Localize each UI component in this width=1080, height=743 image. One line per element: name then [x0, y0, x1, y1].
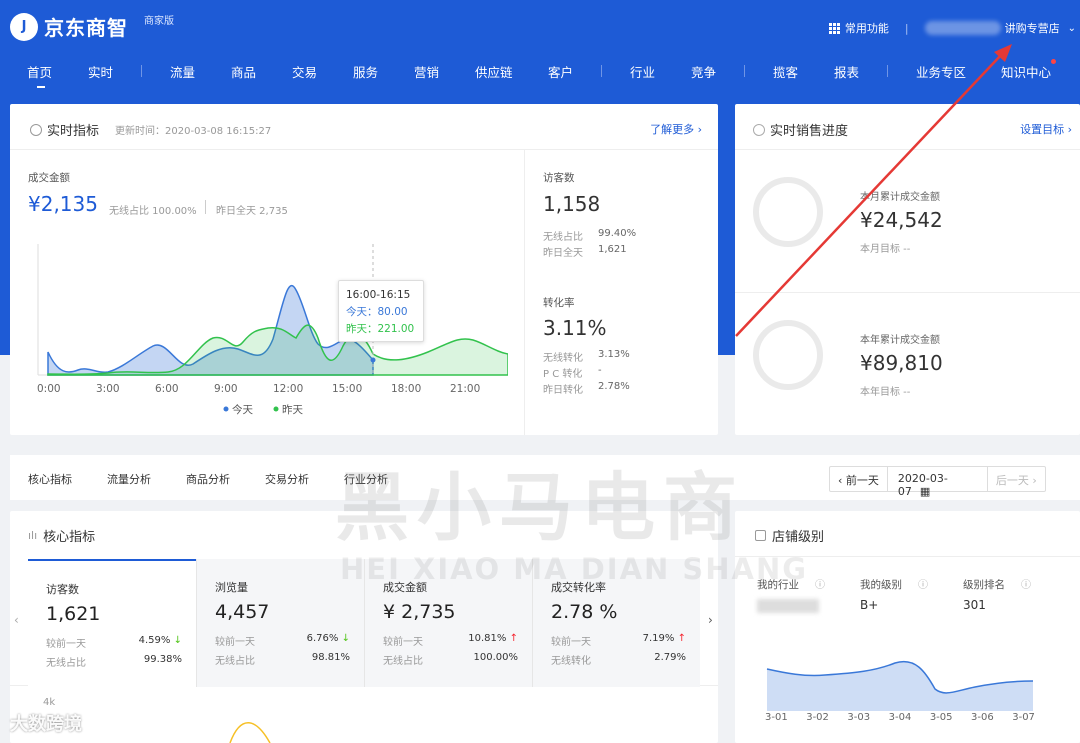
compare-label: 较前一天 — [551, 637, 591, 648]
date-bar: ‹ 前一天 2020-03-07 ▦ 后一天 › — [718, 455, 1080, 500]
metric-sub-row: 无线转化 2.79% — [551, 652, 686, 667]
date-tick: 3-06 — [971, 712, 994, 723]
level-title: 店铺级别 — [772, 530, 825, 545]
metric-value: 1,621 — [46, 603, 101, 625]
date-tick: 3-04 — [888, 712, 912, 723]
tab-traffic[interactable]: 流量分析 — [107, 471, 151, 487]
level-label: 我的级别 — [860, 579, 902, 591]
metric-compare-row: 较前一天 7.19% ↑ — [551, 633, 686, 648]
sub-label: 无线转化 — [551, 656, 591, 667]
metric-label: 访客数 — [46, 583, 79, 596]
metric-visitors[interactable]: 访客数 1,621 较前一天 4.59% ↓ 无线占比 99.38% — [28, 559, 196, 687]
corner-watermark: 大数跨境 — [10, 714, 82, 735]
metric-value: ¥ 2,735 — [383, 601, 456, 623]
calendar-icon: ▦ — [919, 485, 931, 498]
help-icon[interactable]: ⓘ — [815, 576, 825, 591]
metric-compare-row: 较前一天 4.59% ↓ — [46, 635, 182, 650]
level-trend-chart — [766, 660, 1034, 711]
chevron-left-icon[interactable]: ‹ — [14, 613, 19, 627]
core-title: 核心指标 — [43, 530, 96, 545]
prev-day-label: 前一天 — [845, 474, 879, 487]
date-input[interactable]: 2020-03-07 ▦ — [888, 467, 988, 498]
y-tick-4k: 4k — [43, 697, 56, 708]
metric-sub-row: 无线占比 100.00% — [383, 652, 518, 667]
metric-value: 2.78 % — [551, 601, 618, 623]
bar-chart-icon: ılı — [28, 529, 38, 542]
metric-sub-row: 无线占比 99.38% — [46, 654, 182, 669]
sub-value: 99.38% — [143, 654, 182, 665]
blurred-industry — [757, 599, 819, 613]
arrow-down-icon: ↓ — [341, 633, 350, 644]
tab-trade[interactable]: 交易分析 — [265, 471, 309, 487]
compare-label: 较前一天 — [383, 637, 423, 648]
arrow-up-icon: ↑ — [677, 633, 686, 644]
core-header: ılı 核心指标 — [28, 526, 95, 545]
date-tick: 3-07 — [1012, 712, 1035, 723]
level-date-axis: 3-01 3-02 3-03 3-04 3-05 3-06 3-07 — [765, 712, 1035, 723]
metric-compare-row: 较前一天 6.76% ↓ — [215, 633, 350, 648]
rank-value: 301 — [963, 598, 986, 612]
metric-compare-row: 较前一天 10.81% ↑ — [383, 633, 518, 648]
rank-label: 级别排名 — [963, 579, 1005, 591]
metric-change: 6.76% — [306, 633, 339, 644]
store-level-card: 店铺级别 我的行业 ⓘ 我的级别 ⓘ B+ 级别排名 ⓘ 301 3-01 3-… — [735, 511, 1080, 743]
sub-value: 2.79% — [654, 652, 686, 663]
compare-label: 较前一天 — [46, 639, 86, 650]
core-trend-chart — [229, 722, 271, 743]
chevron-right-icon[interactable]: › — [708, 613, 713, 627]
date-tick: 3-02 — [806, 712, 829, 723]
arrow-down-icon: ↓ — [173, 635, 182, 646]
sub-value: 100.00% — [473, 652, 519, 663]
date-picker: ‹ 前一天 2020-03-07 ▦ 后一天 › — [829, 466, 1046, 498]
watermark-text: 黑小马电商 — [335, 465, 745, 551]
tab-core[interactable]: 核心指标 — [28, 471, 72, 487]
date-tick: 3-05 — [929, 712, 953, 723]
level-header: 店铺级别 — [755, 526, 824, 545]
sub-label: 无线占比 — [46, 658, 86, 669]
metric-sub-row: 无线占比 98.81% — [215, 652, 350, 667]
metric-change: 10.81% — [468, 633, 507, 644]
prev-day-button[interactable]: ‹ 前一天 — [830, 467, 888, 491]
next-day-button[interactable]: 后一天 › — [988, 467, 1045, 491]
metric-pageviews[interactable]: 浏览量 4,457 较前一天 6.76% ↓ 无线占比 98.81% — [196, 559, 364, 687]
arrow-up-icon: ↑ — [509, 633, 518, 644]
store-icon — [755, 530, 766, 541]
tab-product[interactable]: 商品分析 — [186, 471, 230, 487]
metric-change: 4.59% — [138, 635, 171, 646]
sub-label: 无线占比 — [383, 656, 423, 667]
metric-label: 浏览量 — [215, 581, 248, 594]
next-day-label: 后一天 — [995, 474, 1029, 487]
watermark-latin: HEI XIAO MA DIAN SHANG — [340, 552, 809, 586]
compare-label: 较前一天 — [215, 637, 255, 648]
metric-change: 7.19% — [642, 633, 675, 644]
metric-value: 4,457 — [215, 601, 270, 623]
sub-label: 无线占比 — [215, 656, 255, 667]
help-icon[interactable]: ⓘ — [918, 576, 928, 591]
date-tick: 3-03 — [847, 712, 871, 723]
level-value: B+ — [860, 598, 879, 612]
date-tick: 3-01 — [765, 712, 788, 723]
sub-value: 98.81% — [311, 652, 350, 663]
help-icon[interactable]: ⓘ — [1021, 576, 1031, 591]
